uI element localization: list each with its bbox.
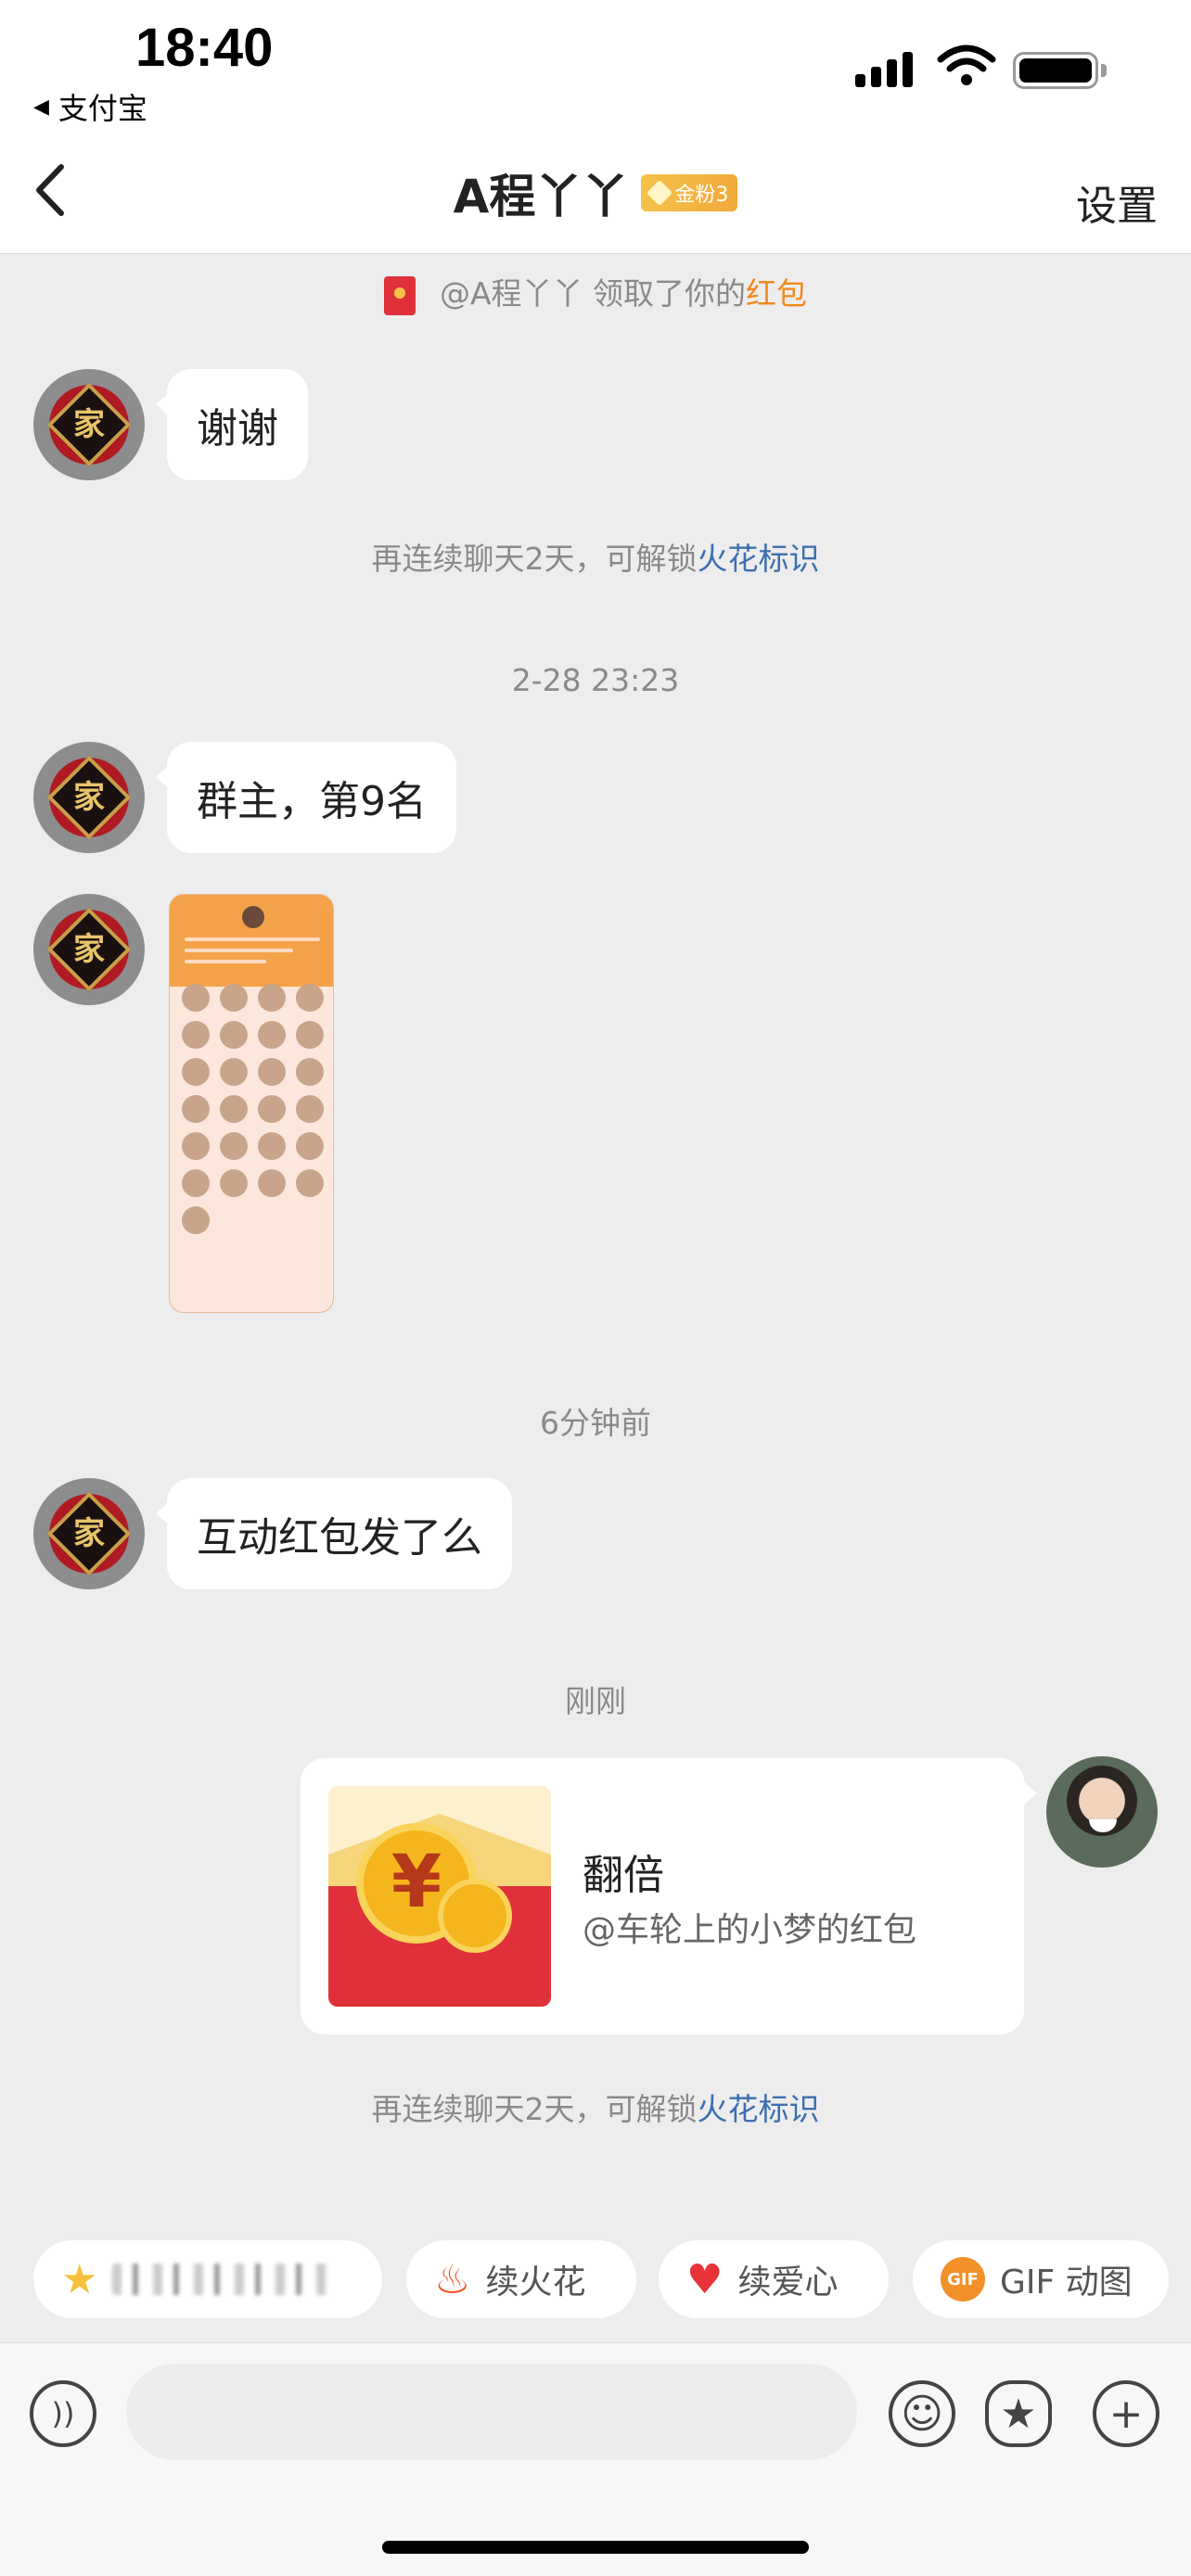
red-packet-subtitle: @车轮上的小梦的红包 bbox=[583, 1911, 917, 1949]
fan-badge: 金粉3 bbox=[641, 174, 738, 211]
wifi-icon bbox=[937, 45, 996, 85]
contact-avatar[interactable]: 家 bbox=[33, 1478, 145, 1589]
quick-chip-continue-spark[interactable]: ♨ 续火花 bbox=[406, 2240, 636, 2318]
notice-text: @A程丫丫 领取了你的 bbox=[439, 275, 747, 312]
contact-avatar[interactable]: 家 bbox=[33, 369, 145, 480]
time-divider: 2-28 23:23 bbox=[511, 662, 680, 698]
star-face-icon: ★ bbox=[61, 2255, 98, 2303]
fire-icon: ♨ bbox=[434, 2255, 471, 2303]
my-avatar[interactable] bbox=[1046, 1756, 1158, 1868]
chat-header: A程丫丫 金粉3 设置 bbox=[0, 139, 1191, 254]
emoji-icon[interactable]: ☺ bbox=[889, 2380, 955, 2447]
back-triangle-icon: ◀ bbox=[33, 95, 49, 119]
quick-chip-gif[interactable]: GIF GIF 动图 bbox=[913, 2240, 1169, 2318]
streak-text: 再连续聊天2天，可解锁 bbox=[371, 2091, 698, 2127]
back-app-label: 支付宝 bbox=[58, 91, 147, 126]
chip-label: 续爱心 bbox=[737, 2264, 839, 2302]
contact-avatar[interactable]: 家 bbox=[33, 894, 145, 1005]
red-packet-icon: ¥ bbox=[328, 1786, 551, 2007]
streak-notice: 再连续聊天2天，可解锁火花标识 bbox=[0, 534, 1191, 579]
fan-badge-label: 金粉3 bbox=[674, 184, 729, 207]
sticker-icon[interactable]: ★ bbox=[985, 2380, 1052, 2447]
image-message[interactable] bbox=[169, 894, 334, 1313]
quick-actions: ★ ♨ 续火花 ♥ 续爱心 GIF GIF 动图 bbox=[0, 2240, 1191, 2318]
message-bubble[interactable]: 互动红包发了么 bbox=[156, 1478, 512, 1589]
voice-icon[interactable]: )) bbox=[30, 2380, 96, 2447]
redpacket-claimed-notice: @A程丫丫 领取了你的红包 bbox=[0, 269, 1191, 315]
red-packet-card[interactable]: ¥ 翻倍 @车轮上的小梦的红包 bbox=[301, 1758, 1037, 2034]
plus-icon[interactable]: + bbox=[1093, 2380, 1159, 2447]
spark-badge-link[interactable]: 火花标识 bbox=[698, 541, 820, 577]
streak-notice: 再连续聊天2天，可解锁火花标识 bbox=[0, 2085, 1191, 2129]
time-divider: 6分钟前 bbox=[540, 1405, 651, 1441]
gif-icon: GIF bbox=[941, 2257, 985, 2302]
contact-name: A程丫丫 bbox=[453, 170, 629, 223]
blurred-label bbox=[112, 2264, 336, 2295]
redpacket-link[interactable]: 红包 bbox=[746, 275, 807, 312]
spark-badge-link[interactable]: 火花标识 bbox=[698, 2091, 820, 2127]
status-bar: 18:40 ◀ 支付宝 bbox=[0, 0, 1191, 139]
back-to-app[interactable]: ◀ 支付宝 bbox=[33, 85, 147, 128]
battery-icon bbox=[1013, 52, 1107, 89]
settings-button[interactable]: 设置 bbox=[1076, 172, 1158, 232]
message-input[interactable] bbox=[126, 2364, 857, 2460]
streak-text: 再连续聊天2天，可解锁 bbox=[371, 541, 698, 577]
chip-label: 续火花 bbox=[485, 2264, 586, 2302]
red-packet-icon bbox=[383, 275, 416, 315]
status-time: 18:40 bbox=[135, 18, 274, 78]
chat-title: A程丫丫 金粉3 bbox=[0, 159, 1191, 226]
quick-chip-blurred[interactable]: ★ bbox=[33, 2240, 382, 2318]
message-bubble[interactable]: 谢谢 bbox=[156, 369, 308, 480]
contact-avatar[interactable]: 家 bbox=[33, 742, 145, 853]
red-packet-title: 翻倍 bbox=[583, 1852, 664, 1899]
gem-icon bbox=[647, 179, 673, 207]
chip-label: GIF 动图 bbox=[1000, 2264, 1133, 2302]
quick-chip-continue-heart[interactable]: ♥ 续爱心 bbox=[659, 2240, 889, 2318]
cellular-signal-icon bbox=[855, 48, 913, 87]
home-indicator[interactable] bbox=[382, 2541, 809, 2554]
heart-icon: ♥ bbox=[686, 2255, 724, 2303]
message-bubble[interactable]: 群主，第9名 bbox=[156, 742, 456, 853]
time-divider: 刚刚 bbox=[565, 1683, 626, 1719]
